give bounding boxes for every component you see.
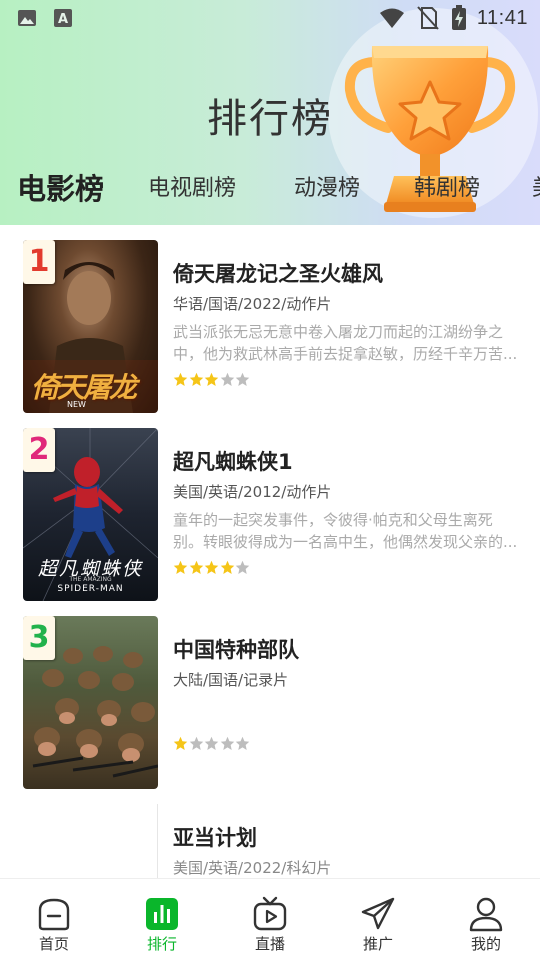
poster-image[interactable] [23, 804, 158, 878]
rank-badge: 2 [23, 428, 55, 472]
item-description: 童年的一起突发事件，令彼得·帕克和父母生离死别。转眼彼得成为一名高中生，他偶然发… [173, 511, 518, 551]
tabbar-home[interactable]: 首页 [0, 879, 108, 960]
star-rating [173, 736, 251, 751]
ranking-item-4[interactable]: 亚当计划 美国/英语/2022/科幻片 [0, 789, 540, 878]
svg-text:A: A [58, 12, 68, 27]
battery-charging-icon [451, 5, 466, 30]
user-icon [469, 897, 503, 932]
tabbar-ranking[interactable]: 排行 [108, 879, 216, 960]
star-empty-icon [220, 372, 234, 386]
star-rating [173, 560, 251, 575]
item-description: 武当派张无忌无意中卷入屠龙刀而起的江湖纷争之中，他为救武林高手前去捉拿赵敏，历经… [173, 323, 518, 363]
star-filled-icon [204, 560, 219, 574]
rank-badge: 1 [23, 240, 55, 284]
category-tabs: 电影榜 电视剧榜 动漫榜 韩剧榜 美 [0, 160, 540, 216]
item-meta: 华语/国语/2022/动作片 [173, 295, 332, 313]
star-empty-icon [204, 736, 219, 750]
item-title[interactable]: 中国特种部队 [173, 634, 299, 664]
star-empty-icon [235, 372, 250, 386]
poster-image[interactable]: 3 [23, 616, 158, 789]
ranking-item-3[interactable]: 3 中国特种部队 大陆/国语/记录片 [0, 601, 540, 789]
poster-small-text: THE AMAZING [69, 576, 112, 583]
star-filled-icon [204, 372, 219, 386]
tab-us-drama[interactable]: 美 [532, 170, 540, 202]
tabbar-promote[interactable]: 推广 [324, 879, 432, 960]
star-filled-icon [189, 372, 203, 386]
tabbar-profile[interactable]: 我的 [432, 879, 540, 960]
item-title[interactable]: 倚天屠龙记之圣火雄风 [173, 258, 383, 288]
star-empty-icon [235, 736, 250, 750]
item-meta: 美国/英语/2022/科幻片 [173, 859, 332, 877]
send-icon [361, 897, 395, 930]
poster-tag-text: NEW [67, 400, 86, 409]
poster-title-text: 倚天屠龙记 [31, 371, 137, 413]
rank-badge: 3 [23, 616, 55, 660]
poster-image[interactable]: 倚天屠龙记 NEW 1 [23, 240, 158, 413]
star-filled-icon [173, 736, 188, 750]
home-icon [38, 898, 70, 931]
status-right-group: 11:41 [379, 4, 528, 32]
item-title[interactable]: 超凡蜘蛛侠1 [173, 446, 293, 476]
star-filled-icon [173, 560, 188, 574]
poster-image[interactable]: 超凡蜘蛛侠 THE AMAZING SPIDER-MAN 2 [23, 428, 158, 601]
star-rating [173, 372, 251, 387]
status-bar: A 11:41 [0, 0, 540, 36]
item-meta: 大陆/国语/记录片 [173, 671, 289, 689]
font-icon: A [54, 9, 72, 27]
image-icon [18, 10, 36, 26]
star-filled-icon [173, 372, 188, 386]
tabbar-label: 排行 [146, 935, 177, 953]
page-title: 排行榜 [207, 96, 333, 142]
ranking-item-2[interactable]: 超凡蜘蛛侠 THE AMAZING SPIDER-MAN 2 超凡蜘蛛侠1 美国… [0, 413, 540, 601]
tabbar-live[interactable]: 直播 [216, 879, 324, 960]
ranking-header: A 11:41 排行榜 电影榜 电视剧榜 动漫榜 韩剧榜 美 [0, 0, 540, 225]
tv-icon [253, 896, 287, 931]
item-title[interactable]: 亚当计划 [173, 822, 257, 852]
poster-tag-text: SPIDER-MAN [57, 584, 124, 594]
no-sim-icon [417, 6, 439, 30]
star-filled-icon [220, 560, 234, 574]
bottom-tabbar: 首页 排行 直播 推广 我的 [0, 878, 540, 960]
tabbar-label: 首页 [38, 935, 69, 953]
wifi-icon [379, 8, 404, 28]
tabbar-label: 推广 [362, 935, 393, 953]
tab-movies[interactable]: 电影榜 [17, 166, 104, 208]
item-meta: 美国/英语/2012/动作片 [173, 483, 332, 501]
tab-anime[interactable]: 动漫榜 [294, 170, 360, 202]
ranking-list: 倚天屠龙记 NEW 1 倚天屠龙记之圣火雄风 华语/国语/2022/动作片 武当… [0, 225, 540, 878]
star-empty-icon [235, 560, 250, 574]
star-filled-icon [189, 560, 203, 574]
tab-korean-drama[interactable]: 韩剧榜 [414, 170, 480, 202]
tabbar-label: 我的 [470, 935, 501, 953]
tab-tv-series[interactable]: 电视剧榜 [148, 170, 236, 202]
tabbar-label: 直播 [254, 935, 285, 953]
ranking-item-1[interactable]: 倚天屠龙记 NEW 1 倚天屠龙记之圣火雄风 华语/国语/2022/动作片 武当… [0, 225, 540, 413]
star-empty-icon [189, 736, 203, 750]
clock-time: 11:41 [476, 6, 528, 29]
ranking-icon [146, 898, 178, 930]
star-empty-icon [220, 736, 234, 750]
item-description [173, 697, 518, 741]
